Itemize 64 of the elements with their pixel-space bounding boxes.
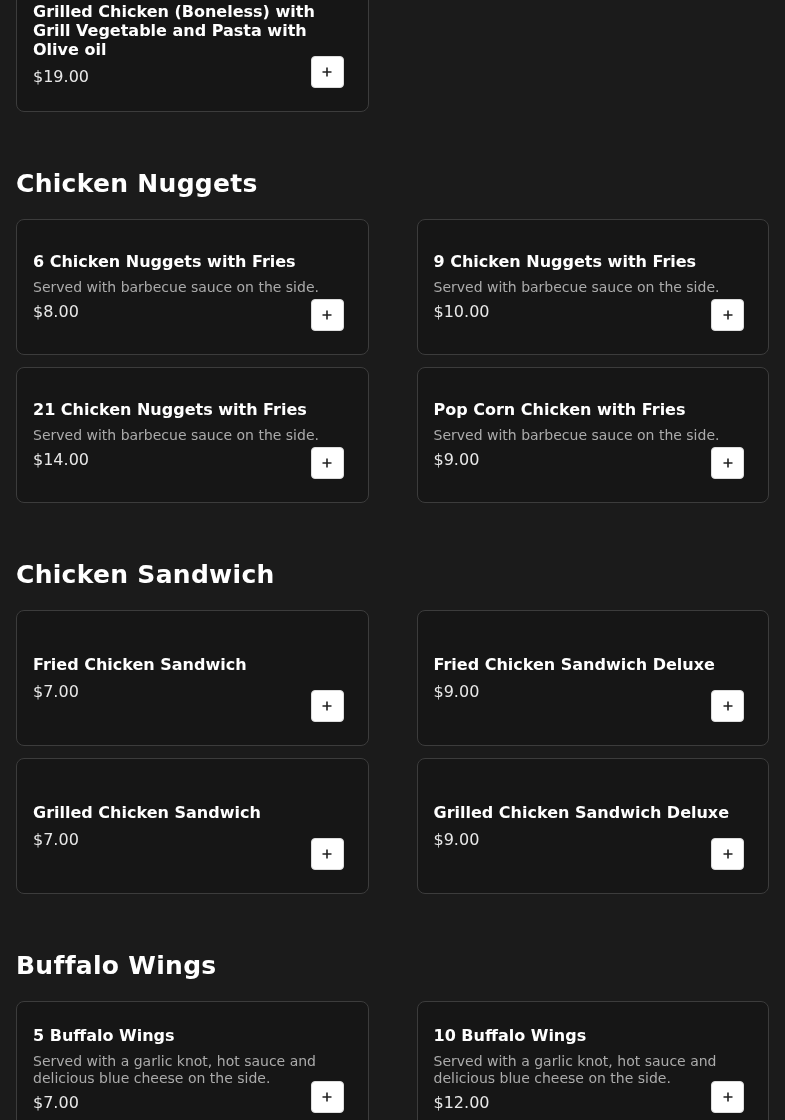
item-description: Served with barbecue sauce on the side. bbox=[433, 427, 721, 444]
item-name: 21 Chicken Nuggets with Fries bbox=[33, 400, 308, 419]
item-price: $9.00 bbox=[433, 450, 480, 470]
item-name: Fried Chicken Sandwich Deluxe bbox=[433, 654, 716, 674]
plus-icon bbox=[722, 310, 733, 320]
item-price: $7.00 bbox=[33, 1092, 79, 1113]
item-name: 5 Buffalo Wings bbox=[33, 1025, 176, 1045]
add-button[interactable] bbox=[711, 1081, 744, 1113]
menu-item-card[interactable]: 6 Chicken Nuggets with Fries Served with barbecue sauce on the side. $8.00 bbox=[16, 219, 369, 355]
item-description: Served with barbecue sauce on the side. bbox=[433, 279, 721, 296]
category-heading: Chicken Nuggets bbox=[16, 168, 259, 200]
category-heading: Chicken Sandwich bbox=[16, 559, 276, 591]
item-price: $12.00 bbox=[433, 1092, 490, 1113]
item-name: Grilled Chicken Sandwich bbox=[33, 802, 262, 822]
add-button[interactable] bbox=[310, 447, 344, 479]
menu-item-card[interactable]: 9 Chicken Nuggets with Fries Served with barbecue sauce on the side. $10.00 bbox=[416, 219, 769, 355]
item-name: 6 Chicken Nuggets with Fries bbox=[33, 252, 297, 271]
plus-icon bbox=[322, 849, 332, 859]
menu-item-card[interactable]: Grilled Chicken Sandwich $7.00 bbox=[16, 758, 369, 894]
plus-icon bbox=[722, 458, 733, 468]
item-price: $19.00 bbox=[33, 66, 89, 87]
plus-icon bbox=[322, 1092, 332, 1102]
menu-item-card[interactable]: 10 Buffalo Wings Served with a garlic knot, hot sauce and delicious blue cheese on the side. $12.00 bbox=[416, 1001, 769, 1120]
add-button[interactable] bbox=[711, 299, 744, 331]
item-price: $14.00 bbox=[33, 450, 89, 470]
add-button[interactable] bbox=[711, 838, 744, 870]
item-name: Grilled Chicken (Boneless) with Grill Vegetable and Pasta with Olive oil bbox=[33, 1, 316, 59]
menu-item-card[interactable]: Fried Chicken Sandwich $7.00 bbox=[16, 610, 369, 746]
item-description: Served with a garlic knot, hot sauce and delicious blue cheese on the side. bbox=[33, 1052, 317, 1087]
item-price: $10.00 bbox=[433, 302, 490, 322]
item-description: Served with barbecue sauce on the side. bbox=[33, 279, 320, 296]
item-price: $8.00 bbox=[33, 302, 79, 322]
add-button[interactable] bbox=[711, 447, 744, 479]
item-name: Fried Chicken Sandwich bbox=[33, 654, 248, 674]
item-price: $9.00 bbox=[433, 829, 480, 850]
item-price: $7.00 bbox=[33, 829, 79, 850]
item-name: 9 Chicken Nuggets with Fries bbox=[433, 252, 698, 271]
add-button[interactable] bbox=[711, 690, 744, 722]
add-button[interactable] bbox=[310, 838, 344, 870]
item-price: $9.00 bbox=[433, 681, 480, 702]
plus-icon bbox=[322, 458, 332, 468]
item-name: Grilled Chicken Sandwich Deluxe bbox=[433, 802, 731, 822]
menu-item-card[interactable]: Fried Chicken Sandwich Deluxe $9.00 bbox=[416, 610, 769, 746]
category-heading: Buffalo Wings bbox=[16, 950, 218, 982]
item-price: $7.00 bbox=[33, 681, 79, 702]
plus-icon bbox=[322, 701, 332, 711]
plus-icon bbox=[722, 1092, 733, 1102]
plus-icon bbox=[722, 849, 733, 859]
menu-item-card[interactable]: Pop Corn Chicken with Fries Served with barbecue sauce on the side. $9.00 bbox=[416, 367, 769, 503]
plus-icon bbox=[722, 701, 733, 711]
item-description: Served with barbecue sauce on the side. bbox=[33, 427, 320, 444]
plus-icon bbox=[322, 67, 332, 77]
item-name: 10 Buffalo Wings bbox=[433, 1025, 588, 1045]
add-button[interactable] bbox=[310, 1081, 344, 1113]
menu-item-card[interactable]: 5 Buffalo Wings Served with a garlic knot, hot sauce and delicious blue cheese on the side. $7.00 bbox=[16, 1001, 369, 1120]
item-description: Served with a garlic knot, hot sauce and delicious blue cheese on the side. bbox=[433, 1052, 718, 1087]
item-name: Pop Corn Chicken with Fries bbox=[433, 400, 687, 419]
menu-item-card[interactable]: Grilled Chicken (Boneless) with Grill Vegetable and Pasta with Olive oil $19.00 bbox=[16, 0, 369, 112]
add-button[interactable] bbox=[310, 690, 344, 722]
plus-icon bbox=[322, 310, 332, 320]
menu-item-card[interactable]: Grilled Chicken Sandwich Deluxe $9.00 bbox=[416, 758, 769, 894]
menu-item-card[interactable]: 21 Chicken Nuggets with Fries Served with barbecue sauce on the side. $14.00 bbox=[16, 367, 369, 503]
add-button[interactable] bbox=[310, 56, 344, 88]
add-button[interactable] bbox=[310, 299, 344, 331]
